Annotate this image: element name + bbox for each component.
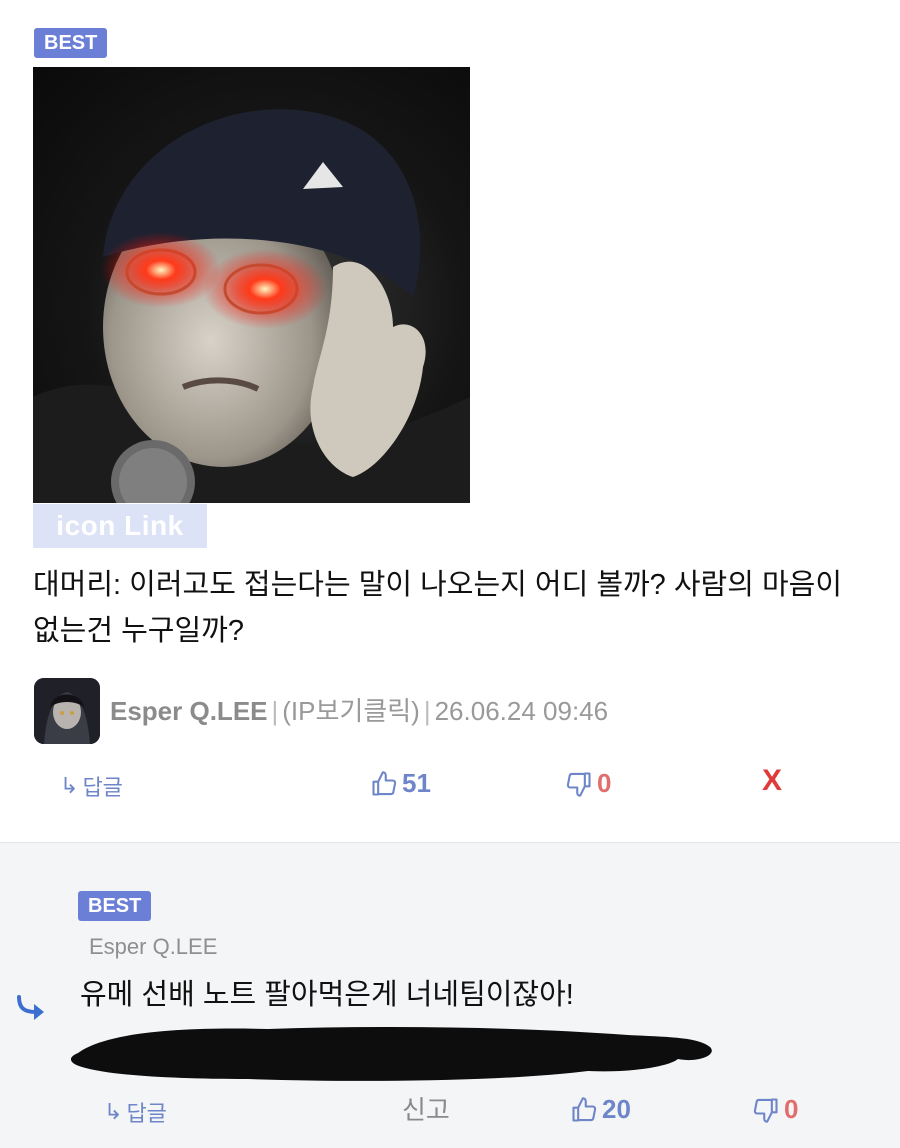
- meta-divider: |: [423, 696, 431, 726]
- comment-image[interactable]: [33, 67, 470, 503]
- reply-label: 답글: [126, 1101, 167, 1126]
- like-button[interactable]: 51: [370, 768, 431, 799]
- icon-link-caption[interactable]: icon Link: [33, 504, 207, 548]
- like-count: 20: [602, 1094, 631, 1124]
- delete-button[interactable]: X: [762, 764, 782, 798]
- reply-button[interactable]: ↳ 답글: [104, 1096, 167, 1128]
- dislike-button[interactable]: 0: [565, 768, 611, 799]
- timestamp: 26.06.24 09:46: [434, 696, 609, 726]
- report-button[interactable]: 신고: [402, 1090, 450, 1127]
- comment-meta: Esper Q.LEE | (IP보기클릭) | 26.06.24 09:46: [110, 691, 608, 728]
- thumbs-down-icon: [566, 771, 591, 797]
- dislike-count: 0: [784, 1094, 799, 1124]
- meta-divider: |: [271, 696, 279, 726]
- ip-view-link[interactable]: (IP보기클릭): [282, 696, 420, 726]
- reply-indicator-icon: [14, 994, 46, 1027]
- best-badge: BEST: [34, 28, 108, 58]
- like-button[interactable]: 20: [570, 1094, 631, 1125]
- reply-arrow-icon: ↳: [60, 773, 79, 798]
- best-badge: BEST: [78, 891, 152, 921]
- thumbs-up-icon: [372, 770, 397, 796]
- like-count: 51: [402, 768, 431, 798]
- author-name[interactable]: Esper Q.LEE: [110, 696, 268, 726]
- thumbs-up-icon: [572, 1096, 597, 1122]
- reply-author-name[interactable]: Esper Q.LEE: [89, 934, 217, 960]
- reply-text: 유메 선배 노트 팔아먹은게 너네팀이잖아!: [80, 979, 574, 1011]
- dislike-button[interactable]: 0: [752, 1094, 798, 1125]
- reply-arrow-icon: ↳: [104, 1099, 123, 1124]
- thumbs-down-icon: [753, 1097, 778, 1123]
- reply-button[interactable]: ↳ 답글: [60, 770, 123, 802]
- dislike-count: 0: [597, 768, 612, 798]
- comment-text: 대머리: 이러고도 접는다는 말이 나오는지 어디 볼까? 사람의 마음이 없는…: [33, 569, 843, 647]
- reply-label: 답글: [82, 775, 123, 800]
- redaction-scribble: [68, 1023, 718, 1090]
- avatar[interactable]: [34, 678, 100, 744]
